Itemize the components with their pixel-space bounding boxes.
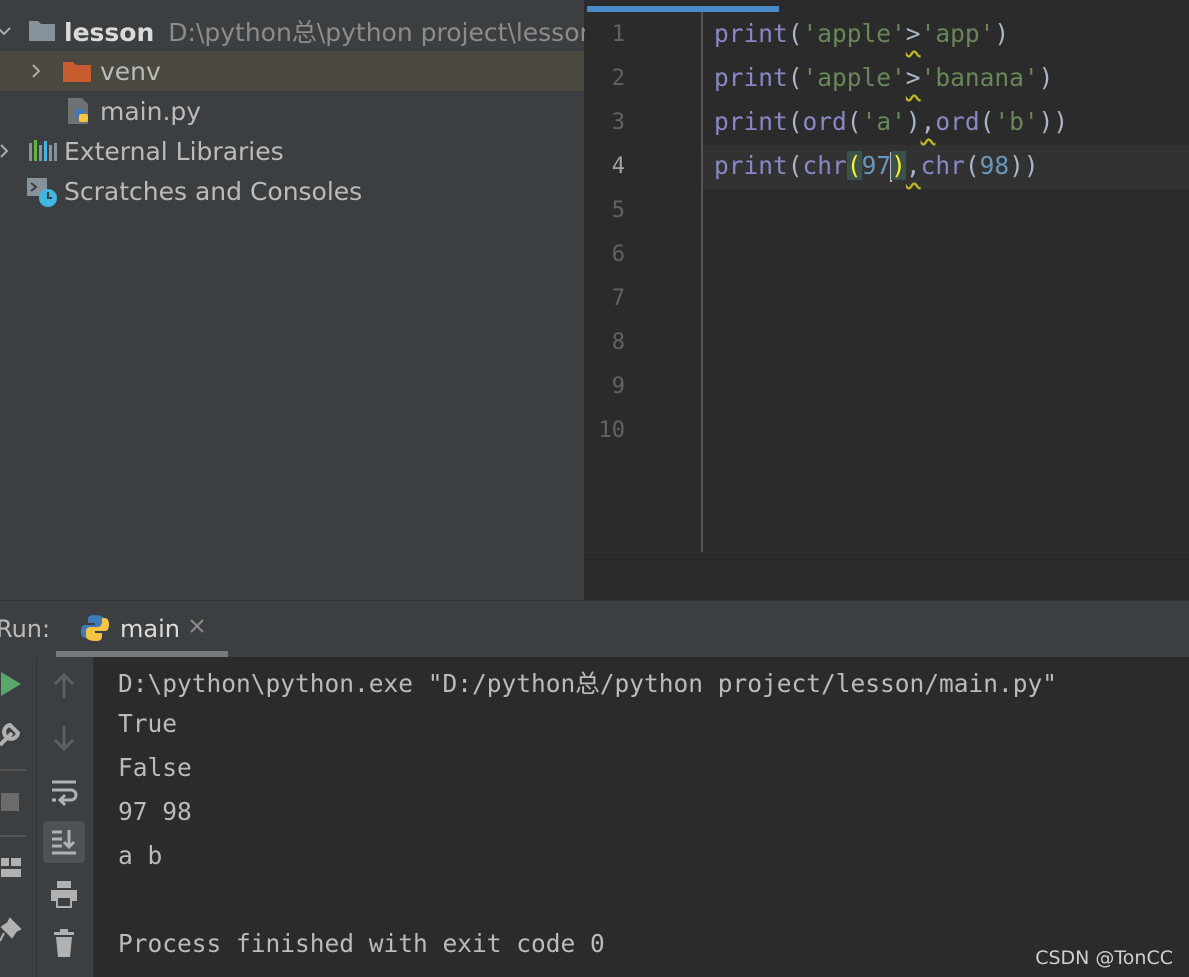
run-toolbar-right <box>37 657 94 977</box>
active-tab-indicator <box>587 6 779 12</box>
line-number: 6 <box>611 242 625 267</box>
line-number: 10 <box>598 418 626 443</box>
rerun-button[interactable] <box>0 669 24 699</box>
scratches-icon <box>26 177 60 215</box>
line-number: 9 <box>611 374 625 399</box>
project-root-name: lesson <box>64 18 155 47</box>
tree-item-label: venv <box>100 56 161 86</box>
trash-icon[interactable] <box>47 927 81 961</box>
tree-item-label: Scratches and Consoles <box>64 176 363 206</box>
python-icon <box>80 613 110 647</box>
toolbar-divider <box>0 769 26 771</box>
line-number: 2 <box>611 66 625 91</box>
chevron-right-icon[interactable] <box>0 141 14 161</box>
folder-icon <box>62 59 92 89</box>
tree-item-label: main.py <box>100 96 202 126</box>
code-line-2[interactable]: print('apple'>'banana') <box>714 63 1053 92</box>
layout-icon[interactable] <box>0 853 22 883</box>
code-line-4[interactable]: print(chr(97),chr(98)) <box>714 151 1039 182</box>
line-number: 4 <box>611 154 625 179</box>
run-tool-window-header: Run: main <box>0 600 1189 658</box>
line-number: 8 <box>611 330 625 355</box>
stop-button[interactable] <box>0 787 20 817</box>
wrench-icon[interactable] <box>0 719 24 749</box>
tree-item-scratches[interactable]: Scratches and Consoles <box>0 171 584 211</box>
python-file-icon <box>66 96 94 132</box>
line-number: 7 <box>611 286 625 311</box>
tree-item-main-py[interactable]: main.py <box>0 91 584 131</box>
gutter-separator <box>701 12 703 552</box>
project-root-path: D:\python总\python project\lesson <box>168 18 596 47</box>
pin-icon[interactable] <box>0 915 22 945</box>
scroll-to-end-button[interactable] <box>43 821 85 863</box>
watermark: CSDN @TonCC <box>1035 947 1173 969</box>
console-line: True <box>118 709 178 738</box>
line-number: 5 <box>611 198 625 223</box>
toolbar-divider <box>0 835 26 837</box>
console-line: D:\python\python.exe "D:/python总/python … <box>118 669 1058 698</box>
arrow-up-icon[interactable] <box>49 671 79 701</box>
editor-footer <box>585 552 1189 601</box>
chevron-down-icon[interactable] <box>0 21 14 41</box>
code-line-1[interactable]: print('apple'>'app') <box>714 19 1009 48</box>
run-console[interactable]: D:\python\python.exe "D:/python总/python … <box>94 657 1189 977</box>
tab-label: main <box>120 615 180 643</box>
print-icon[interactable] <box>47 877 81 911</box>
console-line: Process finished with exit code 0 <box>118 929 605 958</box>
code-editor[interactable]: 1 2 3 4 5 6 7 8 9 10 print('apple'>'app'… <box>585 0 1189 601</box>
tab-main[interactable]: main <box>56 601 228 657</box>
line-number: 3 <box>611 110 625 135</box>
folder-icon <box>28 18 56 48</box>
tree-item-lesson[interactable]: lesson D:\python总\python project\lesson <box>0 11 595 51</box>
console-line: a b <box>118 841 163 870</box>
tree-item-label: External Libraries <box>64 136 284 166</box>
project-tool-window: lesson D:\python总\python project\lesson v… <box>0 0 595 600</box>
console-line: False <box>118 753 192 782</box>
libraries-icon <box>28 139 58 169</box>
soft-wrap-icon[interactable] <box>47 775 81 809</box>
line-number: 1 <box>611 22 625 47</box>
console-line: 97 98 <box>118 797 192 826</box>
chevron-right-icon[interactable] <box>26 61 46 81</box>
run-label: Run: <box>0 615 51 643</box>
close-icon[interactable] <box>188 617 206 639</box>
run-toolbar-left <box>0 657 37 977</box>
tree-item-external-libraries[interactable]: External Libraries <box>0 131 584 171</box>
tree-item-venv[interactable]: venv <box>0 51 584 91</box>
arrow-down-icon[interactable] <box>49 723 79 753</box>
code-line-3[interactable]: print(ord('a'),ord('b')) <box>714 107 1068 136</box>
